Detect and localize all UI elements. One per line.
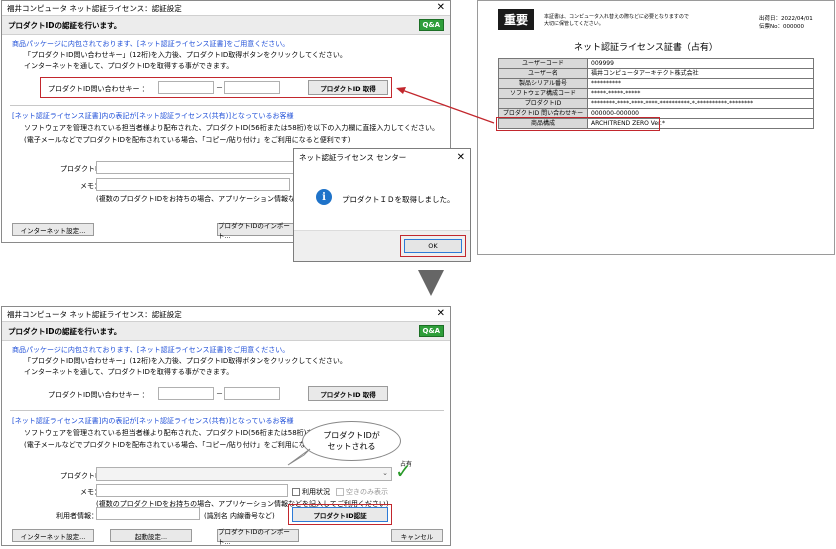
dash: － [216,390,223,398]
callout-tail-shape [287,448,311,466]
dialog-message: プロダクトＩＤを取得しました。 [342,195,455,204]
product-id-auth-button[interactable]: プロダクトID認証 [292,507,388,522]
callout-tail [287,448,311,466]
usage-status-label: 利用状況 [302,488,330,496]
window-titlebar: 福井コンピュータ ネット認証ライセンス：認証設定 ✕ [2,1,450,15]
section2-title: [ネット認証ライセンス証書]内の表記が[ネット認証ライセンス(共有)]となってい… [12,417,294,425]
close-icon[interactable]: ✕ [437,309,445,319]
usage-status-checkbox[interactable]: 利用状況 [292,487,330,497]
get-product-id-button[interactable]: プロダクトID 取得 [308,80,388,95]
cert-issue-date: 出荷日：2022/04/01 [759,16,813,22]
cert-label: ユーザー名 [498,68,588,79]
license-certificate: 重要 本証書は、コンピュータ入れ替えの際などに必要となりますので 大切に保管して… [477,0,835,255]
window-title: 福井コンピュータ ネット認証ライセンス：認証設定 [7,309,182,319]
internet-settings-button[interactable]: インターネット設定... [12,529,94,542]
table-row: ユーザー名 福井コンピュータアーキテクト株式会社 [498,68,814,79]
cancel-button[interactable]: キャンセル [391,529,443,542]
cert-value: 福井コンピュータアーキテクト株式会社 [587,68,814,79]
window-titlebar: 福井コンピュータ ネット認証ライセンス：認証設定 ✕ [2,307,450,321]
callout-bubble: プロダクトIDが セットされる [302,421,401,461]
inquiry-key-row-highlight [496,117,660,131]
section1-line2: インターネットを通して、プロダクトIDを取得する事ができます。 [24,62,234,70]
checkbox-icon[interactable] [292,488,300,496]
section2-line2: (電子メールなどでプロダクトIDを配布されている場合、「コピー/貼り付け」をご利… [24,136,351,144]
inquiry-key-field-2[interactable] [224,81,280,94]
message-dialog: ネット認証ライセンス センター ✕ i プロダクトＩＤを取得しました。 OK [293,148,471,262]
close-icon[interactable]: ✕ [437,3,445,13]
cert-label: ユーザーコード [498,58,588,69]
section1-title: 商品パッケージに内包されております、[ネット認証ライセンス証書]をご用意ください… [12,40,290,48]
divider [10,105,444,106]
section1-line2: インターネットを通して、プロダクトIDを取得する事ができます。 [24,368,234,376]
table-row: 製品シリアル番号 ********** [498,78,814,89]
dialog-titlebar: ネット認証ライセンス センター ✕ [294,149,470,166]
ok-button[interactable]: OK [404,239,462,253]
available-only-label: 空きのみ表示 [346,488,388,496]
dialog-title: ネット認証ライセンス センター [299,153,407,162]
cert-title: ネット認証ライセンス証書（占有） [574,43,718,53]
user-info-hint: (識別名 内線番号など) [204,512,275,520]
cert-notice-line1: 本証書は、コンピュータ入れ替えの際などに必要となりますので [544,14,689,20]
inquiry-key-field-1[interactable] [158,81,214,94]
memo-field[interactable] [96,484,288,497]
memo-field[interactable] [96,178,290,191]
inquiry-key-field-2[interactable] [224,387,280,400]
cert-label: ソフトウェア構成コード [498,88,588,99]
import-product-id-button[interactable]: プロダクトIDのインポート... [217,528,299,546]
cert-label: プロダクトID [498,98,588,109]
section2-line1: ソフトウェアを管理されている担当者様より配布された、プロダクトID(56桁または… [24,429,342,437]
checkbox-icon[interactable] [336,488,344,496]
callout-line2: セットされる [327,442,376,451]
info-icon: i [316,189,332,205]
cert-value: ********-****-****-****-**********-*-***… [587,98,814,109]
import-product-id-button[interactable]: プロダクトIDのインポート... [217,222,299,240]
cert-notice-line2: 大切に保管してください。 [544,21,604,27]
product-id-select[interactable]: ⌄ [96,467,392,481]
inquiry-key-label: プロダクトID問い合わせキー ： [48,85,149,93]
callout-line1: プロダクトIDが [323,431,380,440]
product-id-field[interactable] [96,161,294,174]
cert-label: 製品シリアル番号 [498,78,588,89]
important-badge: 重要 [498,9,535,30]
user-info-field[interactable] [96,507,200,520]
launch-settings-button[interactable]: 起動設定... [110,529,192,542]
inquiry-key-field-1[interactable] [158,387,214,400]
divider [10,410,444,411]
transition-arrow-icon [418,270,444,296]
page-title: プロダクトIDの認証を行います。 [8,20,122,30]
qa-button[interactable]: Q&A [418,325,444,337]
dash: － [216,84,223,92]
chevron-down-icon[interactable]: ⌄ [382,469,388,477]
section1-line1: 「プロダクトID問い合わせキー」(12桁)を入力後、プロダクトID取得ボタンをク… [24,357,347,365]
table-row: ユーザーコード 009999 [498,58,814,69]
memo-note: (複数のプロダクトIDをお持ちの場合、アプリケーション情報などを記入 [96,195,324,203]
cert-value: 009999 [587,58,814,69]
section2-title: [ネット認証ライセンス証書]内の表記が[ネット認証ライセンス(共有)]となってい… [12,112,294,120]
window-title: 福井コンピュータ ネット認証ライセンス：認証設定 [7,3,182,13]
check-icon: ✓ [395,459,412,483]
table-row: ソフトウェア構成コード *****-*****-***** [498,88,814,99]
page-title: プロダクトIDの認証を行います。 [8,326,122,336]
section1-title: 商品パッケージに内包されております、[ネット認証ライセンス証書]をご用意ください… [12,346,290,354]
cert-value: ********** [587,78,814,89]
internet-settings-button[interactable]: インターネット設定... [12,223,94,236]
qa-button[interactable]: Q&A [418,19,444,31]
close-icon[interactable]: ✕ [457,152,465,163]
get-product-id-button[interactable]: プロダクトID 取得 [308,386,388,401]
inquiry-key-label: プロダクトID問い合わせキー ： [48,391,149,399]
header-band: プロダクトIDの認証を行います。 Q&A [2,15,450,35]
available-only-checkbox[interactable]: 空きのみ表示 [336,487,388,497]
section2-line1: ソフトウェアを管理されている担当者様より配布された、プロダクトID(56桁または… [24,124,439,132]
cert-value: *****-*****-***** [587,88,814,99]
table-row: プロダクトID ********-****-****-****-*********… [498,98,814,109]
cert-issue-no: 伝票No：000000 [759,24,804,30]
header-band: プロダクトIDの認証を行います。 Q&A [2,321,450,341]
user-info-label: 利用者情報： [56,512,98,520]
section1-line1: 「プロダクトID問い合わせキー」(12桁)を入力後、プロダクトID取得ボタンをク… [24,51,347,59]
